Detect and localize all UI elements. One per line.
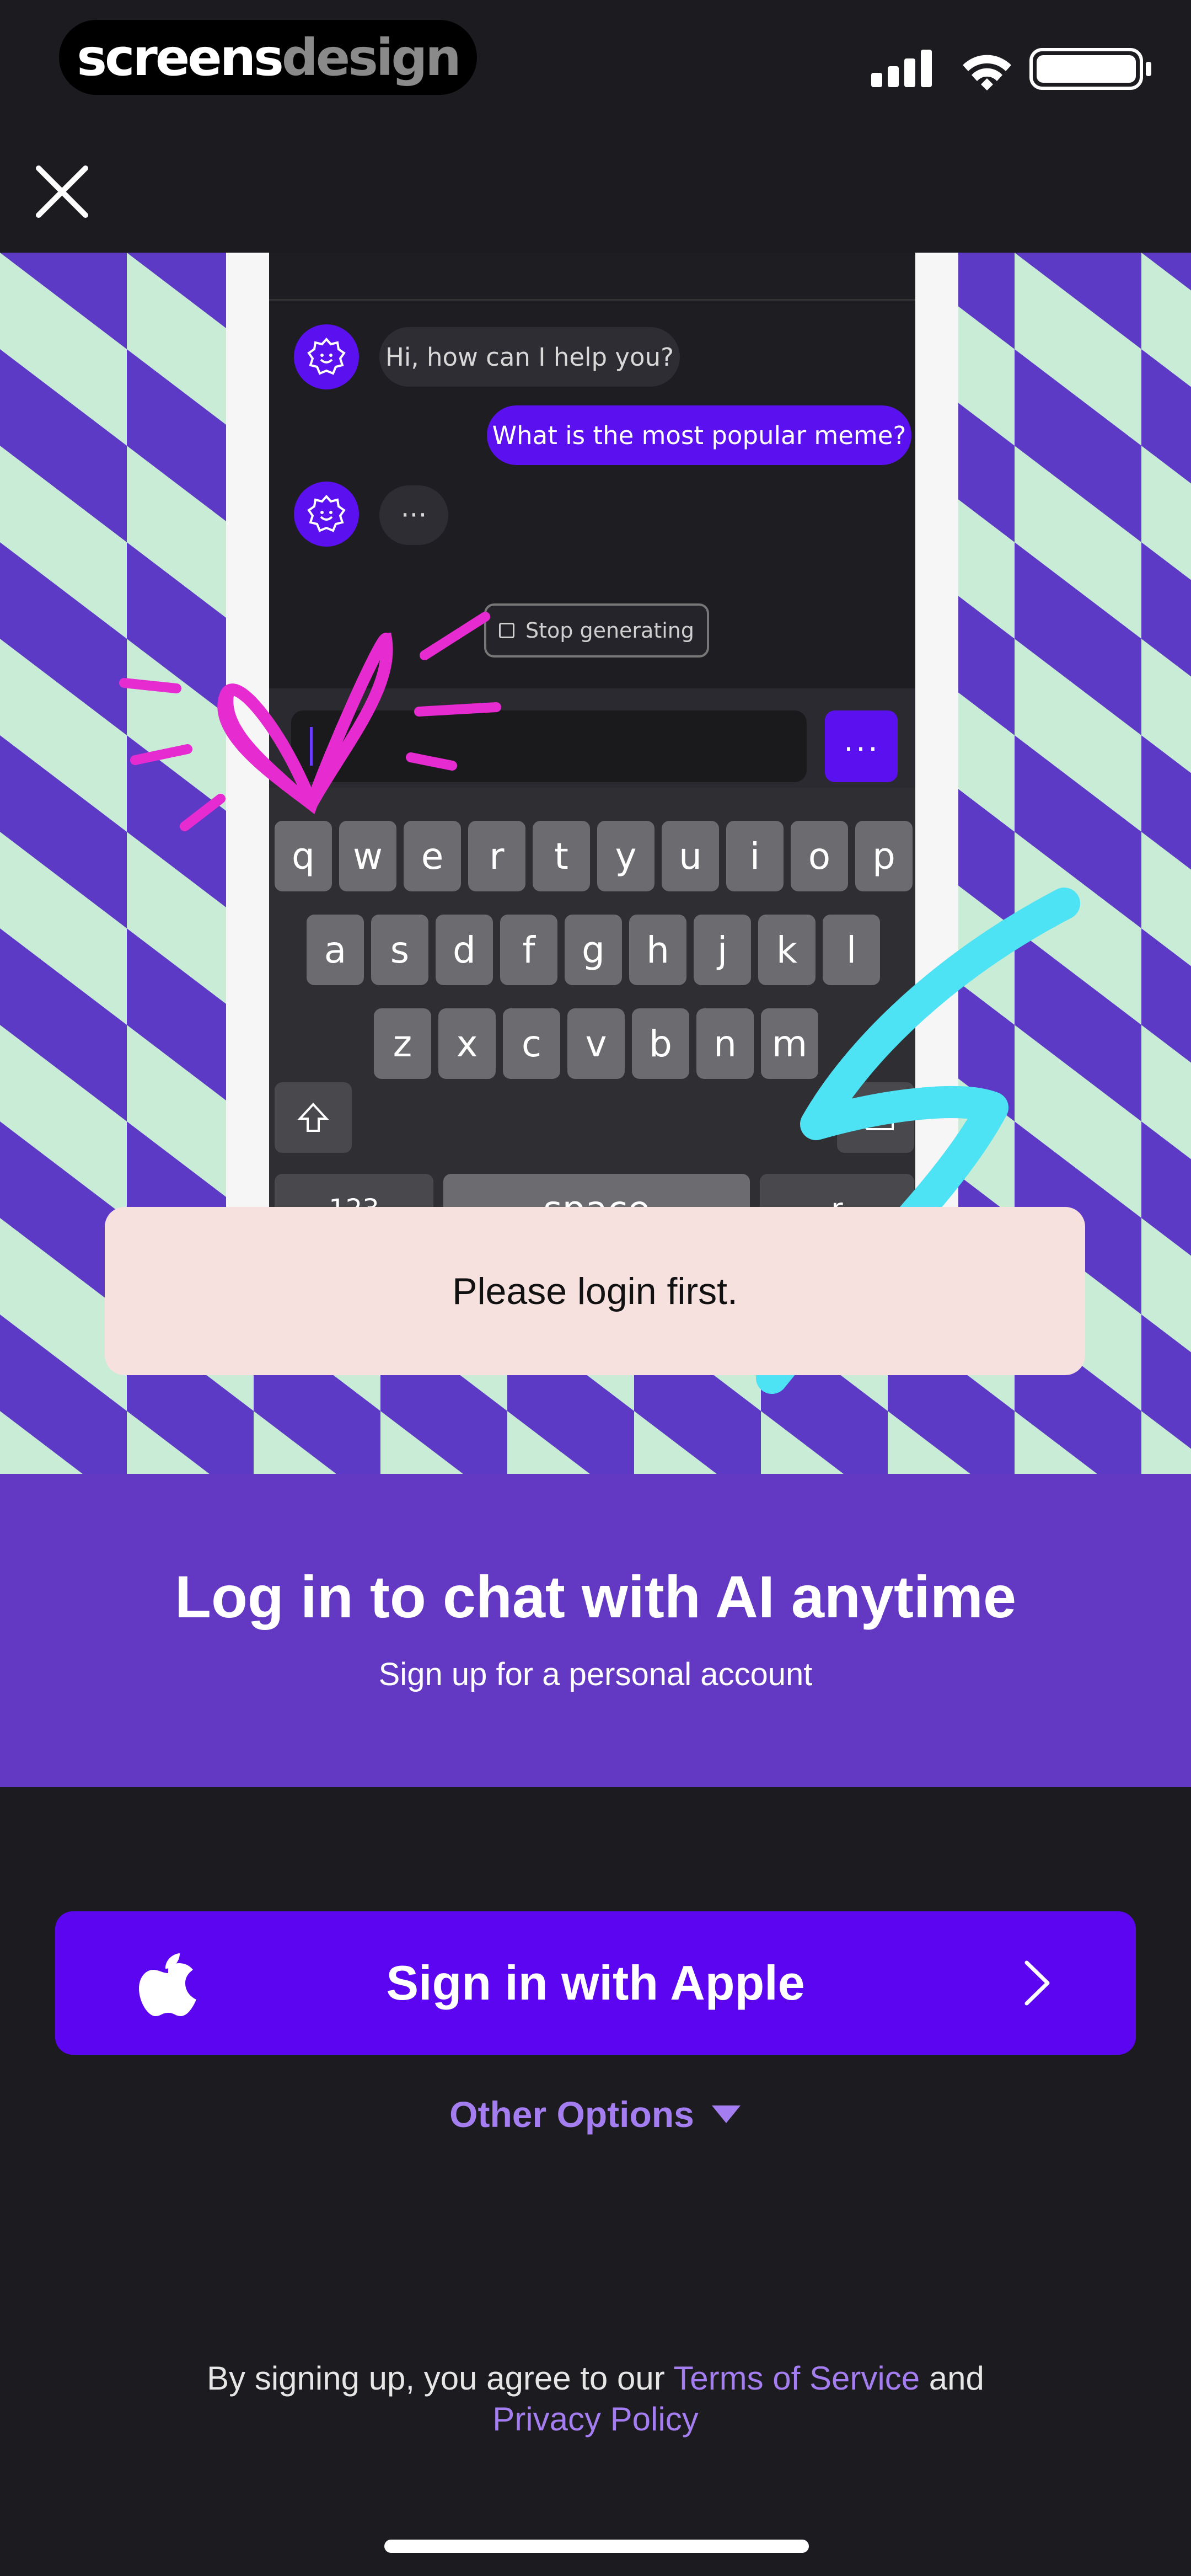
- keyboard-key[interactable]: u: [662, 821, 719, 891]
- promo-banner: Log in to chat with AI anytime Sign up f…: [0, 1474, 1191, 1787]
- cellular-signal-icon: [871, 50, 932, 87]
- typing-indicator: ···: [379, 485, 448, 545]
- bot-avatar: [294, 324, 359, 389]
- chevron-right-icon: [1024, 1960, 1050, 2006]
- keyboard-key[interactable]: x: [438, 1008, 496, 1079]
- delete-key[interactable]: [837, 1082, 914, 1153]
- keyboard-key[interactable]: r: [468, 821, 525, 891]
- keyboard-key[interactable]: h: [629, 915, 686, 985]
- keyboard: qwertyuiop asdfghjkl zxcvbnm 123 space r: [269, 788, 915, 1207]
- battery-icon: [1029, 48, 1151, 90]
- stop-generating-label: Stop generating: [525, 618, 694, 643]
- legal-notice: By signing up, you agree to our Terms of…: [0, 2358, 1191, 2440]
- keyboard-key[interactable]: g: [565, 915, 622, 985]
- bot-badge-icon: [307, 495, 346, 532]
- keyboard-key[interactable]: y: [597, 821, 654, 891]
- keyboard-key[interactable]: m: [761, 1008, 818, 1079]
- keyboard-key[interactable]: c: [503, 1008, 560, 1079]
- divider: [269, 299, 915, 301]
- keyboard-key[interactable]: z: [374, 1008, 431, 1079]
- stop-icon: [498, 623, 514, 638]
- space-key[interactable]: space: [443, 1174, 750, 1207]
- keyboard-key[interactable]: a: [307, 915, 364, 985]
- stop-generating-button[interactable]: Stop generating: [484, 603, 709, 658]
- keyboard-key[interactable]: j: [694, 915, 751, 985]
- keyboard-key[interactable]: q: [275, 821, 332, 891]
- phone-mockup: Hi, how can I help you? What is the most…: [226, 253, 958, 1207]
- shift-key[interactable]: [275, 1082, 352, 1153]
- wifi-icon: [963, 55, 1011, 90]
- message-input[interactable]: [291, 710, 807, 782]
- status-bar: screens design: [0, 0, 1191, 116]
- legal-middle: and: [920, 2360, 984, 2397]
- keyboard-key[interactable]: e: [404, 821, 461, 891]
- privacy-policy-link[interactable]: Privacy Policy: [492, 2401, 698, 2438]
- bot-message-bubble: Hi, how can I help you?: [379, 327, 680, 387]
- keyboard-key[interactable]: v: [567, 1008, 625, 1079]
- text-caret: [310, 727, 313, 766]
- keyboard-key[interactable]: l: [823, 915, 880, 985]
- keyboard-key[interactable]: f: [500, 915, 557, 985]
- user-message-bubble: What is the most popular meme?: [487, 405, 911, 465]
- keyboard-key[interactable]: k: [758, 915, 816, 985]
- bot-avatar: [294, 482, 359, 547]
- brand-text-secondary: design: [281, 28, 462, 87]
- other-options-toggle[interactable]: Other Options: [0, 2093, 1191, 2135]
- keyboard-key[interactable]: s: [371, 915, 428, 985]
- message-composer: ···: [269, 688, 915, 788]
- delete-icon: [856, 1105, 894, 1130]
- phone-screen: Hi, how can I help you? What is the most…: [269, 253, 915, 1207]
- keyboard-key[interactable]: w: [339, 821, 396, 891]
- return-key[interactable]: r: [760, 1174, 914, 1207]
- home-indicator: [384, 2540, 809, 2553]
- keyboard-key[interactable]: n: [696, 1008, 754, 1079]
- promo-title: Log in to chat with AI anytime: [174, 1563, 1017, 1630]
- brand-logo: screens design: [59, 20, 477, 95]
- legal-prefix: By signing up, you agree to our: [207, 2360, 674, 2397]
- shift-icon: [297, 1103, 329, 1132]
- keyboard-key[interactable]: p: [855, 821, 913, 891]
- status-icons: [871, 48, 1151, 90]
- keyboard-key[interactable]: b: [632, 1008, 689, 1079]
- bot-badge-icon: [307, 338, 346, 375]
- sign-in-with-apple-button[interactable]: Sign in with Apple: [55, 1911, 1136, 2055]
- brand-text-primary: screens: [77, 28, 284, 87]
- keyboard-key[interactable]: t: [533, 821, 590, 891]
- promo-subtitle: Sign up for a personal account: [378, 1656, 813, 1692]
- toast-message: Please login first.: [105, 1207, 1085, 1375]
- hero-illustration: Hi, how can I help you? What is the most…: [0, 253, 1191, 1474]
- keyboard-key[interactable]: d: [436, 915, 493, 985]
- numbers-key[interactable]: 123: [275, 1174, 433, 1207]
- other-options-label: Other Options: [449, 2094, 694, 2135]
- keyboard-key[interactable]: i: [726, 821, 784, 891]
- sign-in-with-apple-label: Sign in with Apple: [386, 1955, 805, 2010]
- terms-of-service-link[interactable]: Terms of Service: [673, 2360, 920, 2397]
- close-icon[interactable]: [33, 163, 91, 221]
- send-button[interactable]: ···: [825, 710, 898, 782]
- keyboard-key[interactable]: o: [791, 821, 848, 891]
- caret-down-icon: [711, 2105, 741, 2123]
